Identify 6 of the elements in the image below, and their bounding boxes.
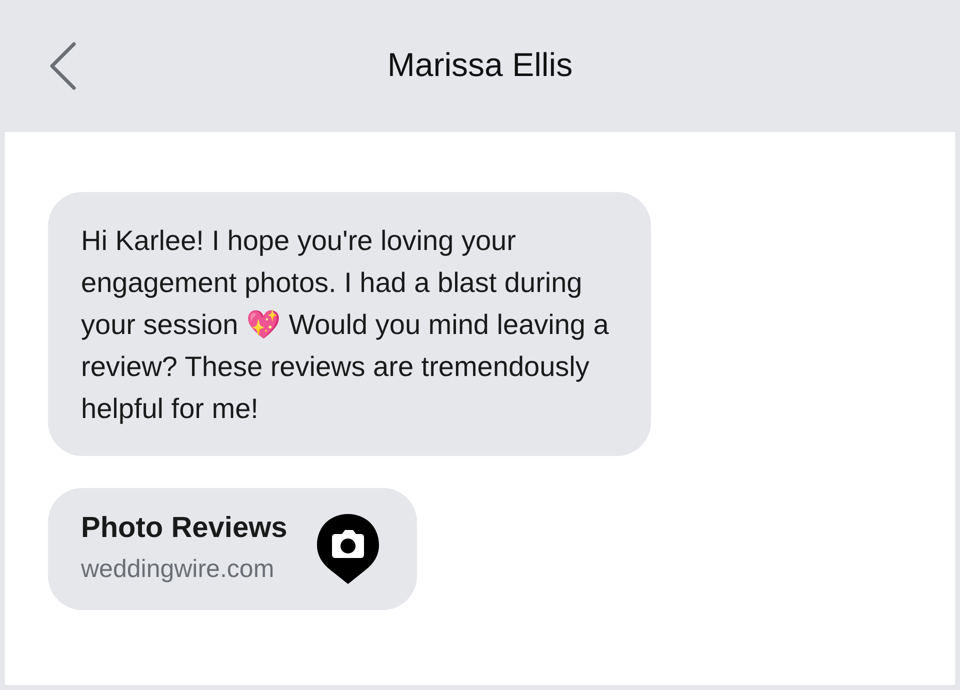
camera-pin-icon bbox=[315, 512, 382, 584]
contact-name: Marissa Ellis bbox=[387, 46, 573, 84]
link-preview-card[interactable]: Photo Reviews weddingwire.com bbox=[48, 488, 418, 610]
link-domain: weddingwire.com bbox=[81, 555, 276, 584]
message-bubble: Hi Karlee! I hope you're loving your engagement photos. I had a blast during your session 💖 Would you mind leaving a review? These reviews are tremendously helpful for me! bbox=[48, 192, 651, 456]
link-title: Photo Reviews bbox=[81, 512, 288, 545]
